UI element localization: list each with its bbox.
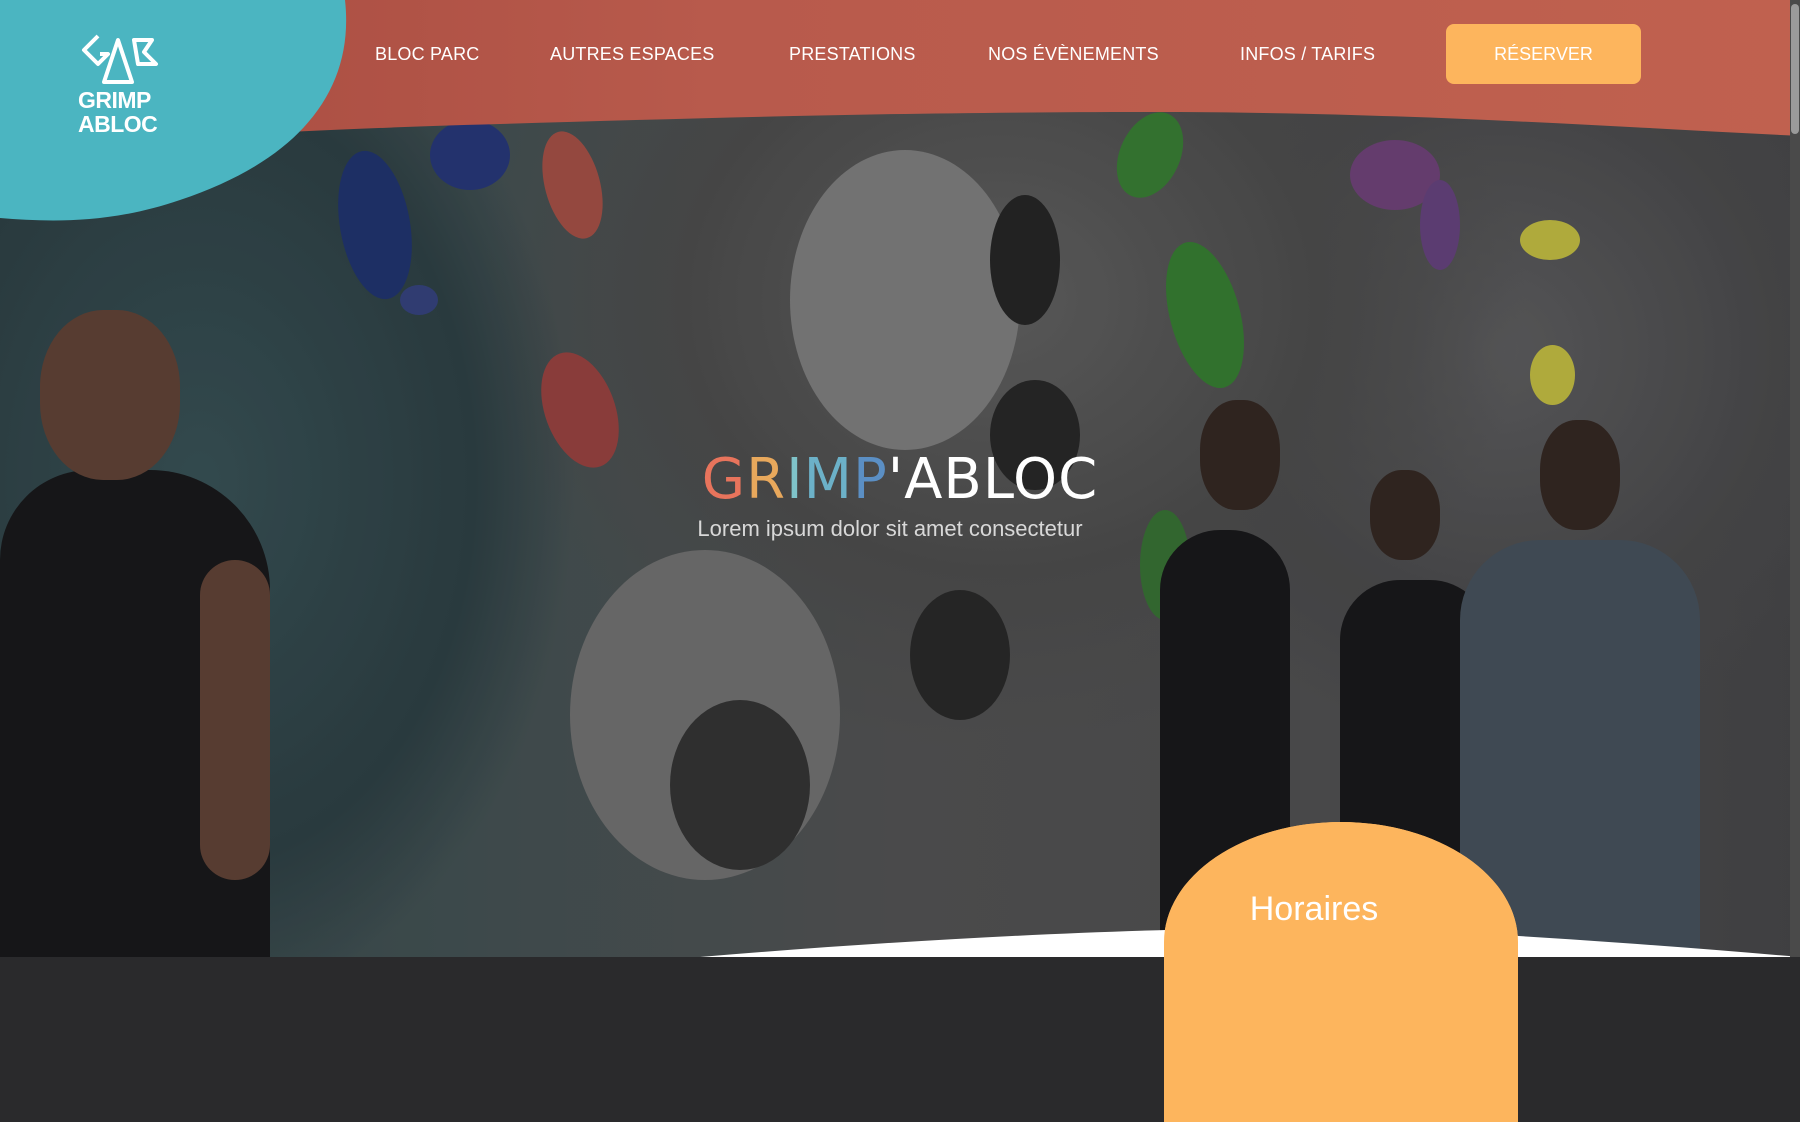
hero-subtitle: Lorem ipsum dolor sit amet consectetur — [697, 516, 1083, 541]
logo-wordmark: GRIMP ABLOC — [78, 88, 160, 136]
logo-monogram-icon — [82, 34, 158, 84]
logo-line-2: ABLOC — [78, 111, 158, 137]
nav-link-bloc-parc[interactable]: BLOC PARC — [375, 44, 480, 65]
nav-link-prestations[interactable]: PRESTATIONS — [789, 44, 916, 65]
nav-link-autres-espaces[interactable]: AUTRES ESPACES — [550, 44, 715, 65]
hero-title-letter: I — [786, 447, 804, 512]
bottom-wave-shape — [700, 927, 1800, 957]
scrollbar-thumb[interactable] — [1791, 4, 1799, 134]
horaires-label[interactable]: Horaires — [1164, 890, 1464, 929]
hero-title-letter: G — [701, 447, 747, 512]
hero-title-letter: M — [803, 447, 853, 512]
nav-link-nos-evenements[interactable]: NOS ÉVÈNEMENTS — [988, 44, 1159, 65]
hero-title: GRIMP'ABLOC — [0, 448, 1800, 512]
hero-title-letter: R — [746, 447, 787, 512]
hero-title-letter: P — [852, 447, 888, 512]
nav-link-infos-tarifs[interactable]: INFOS / TARIFS — [1240, 44, 1375, 65]
hero-title-letter: 'ABLOC — [887, 447, 1099, 512]
page-scrollbar[interactable] — [1790, 0, 1800, 957]
logo-line-1: GRIMP — [78, 87, 151, 113]
reserver-button[interactable]: RÉSERVER — [1446, 24, 1641, 84]
hero-title-letters: GRIMP'ABLOC — [702, 447, 1098, 512]
logo-blob-shape — [0, 0, 347, 221]
brand-logo[interactable]: GRIMP ABLOC — [78, 30, 160, 140]
